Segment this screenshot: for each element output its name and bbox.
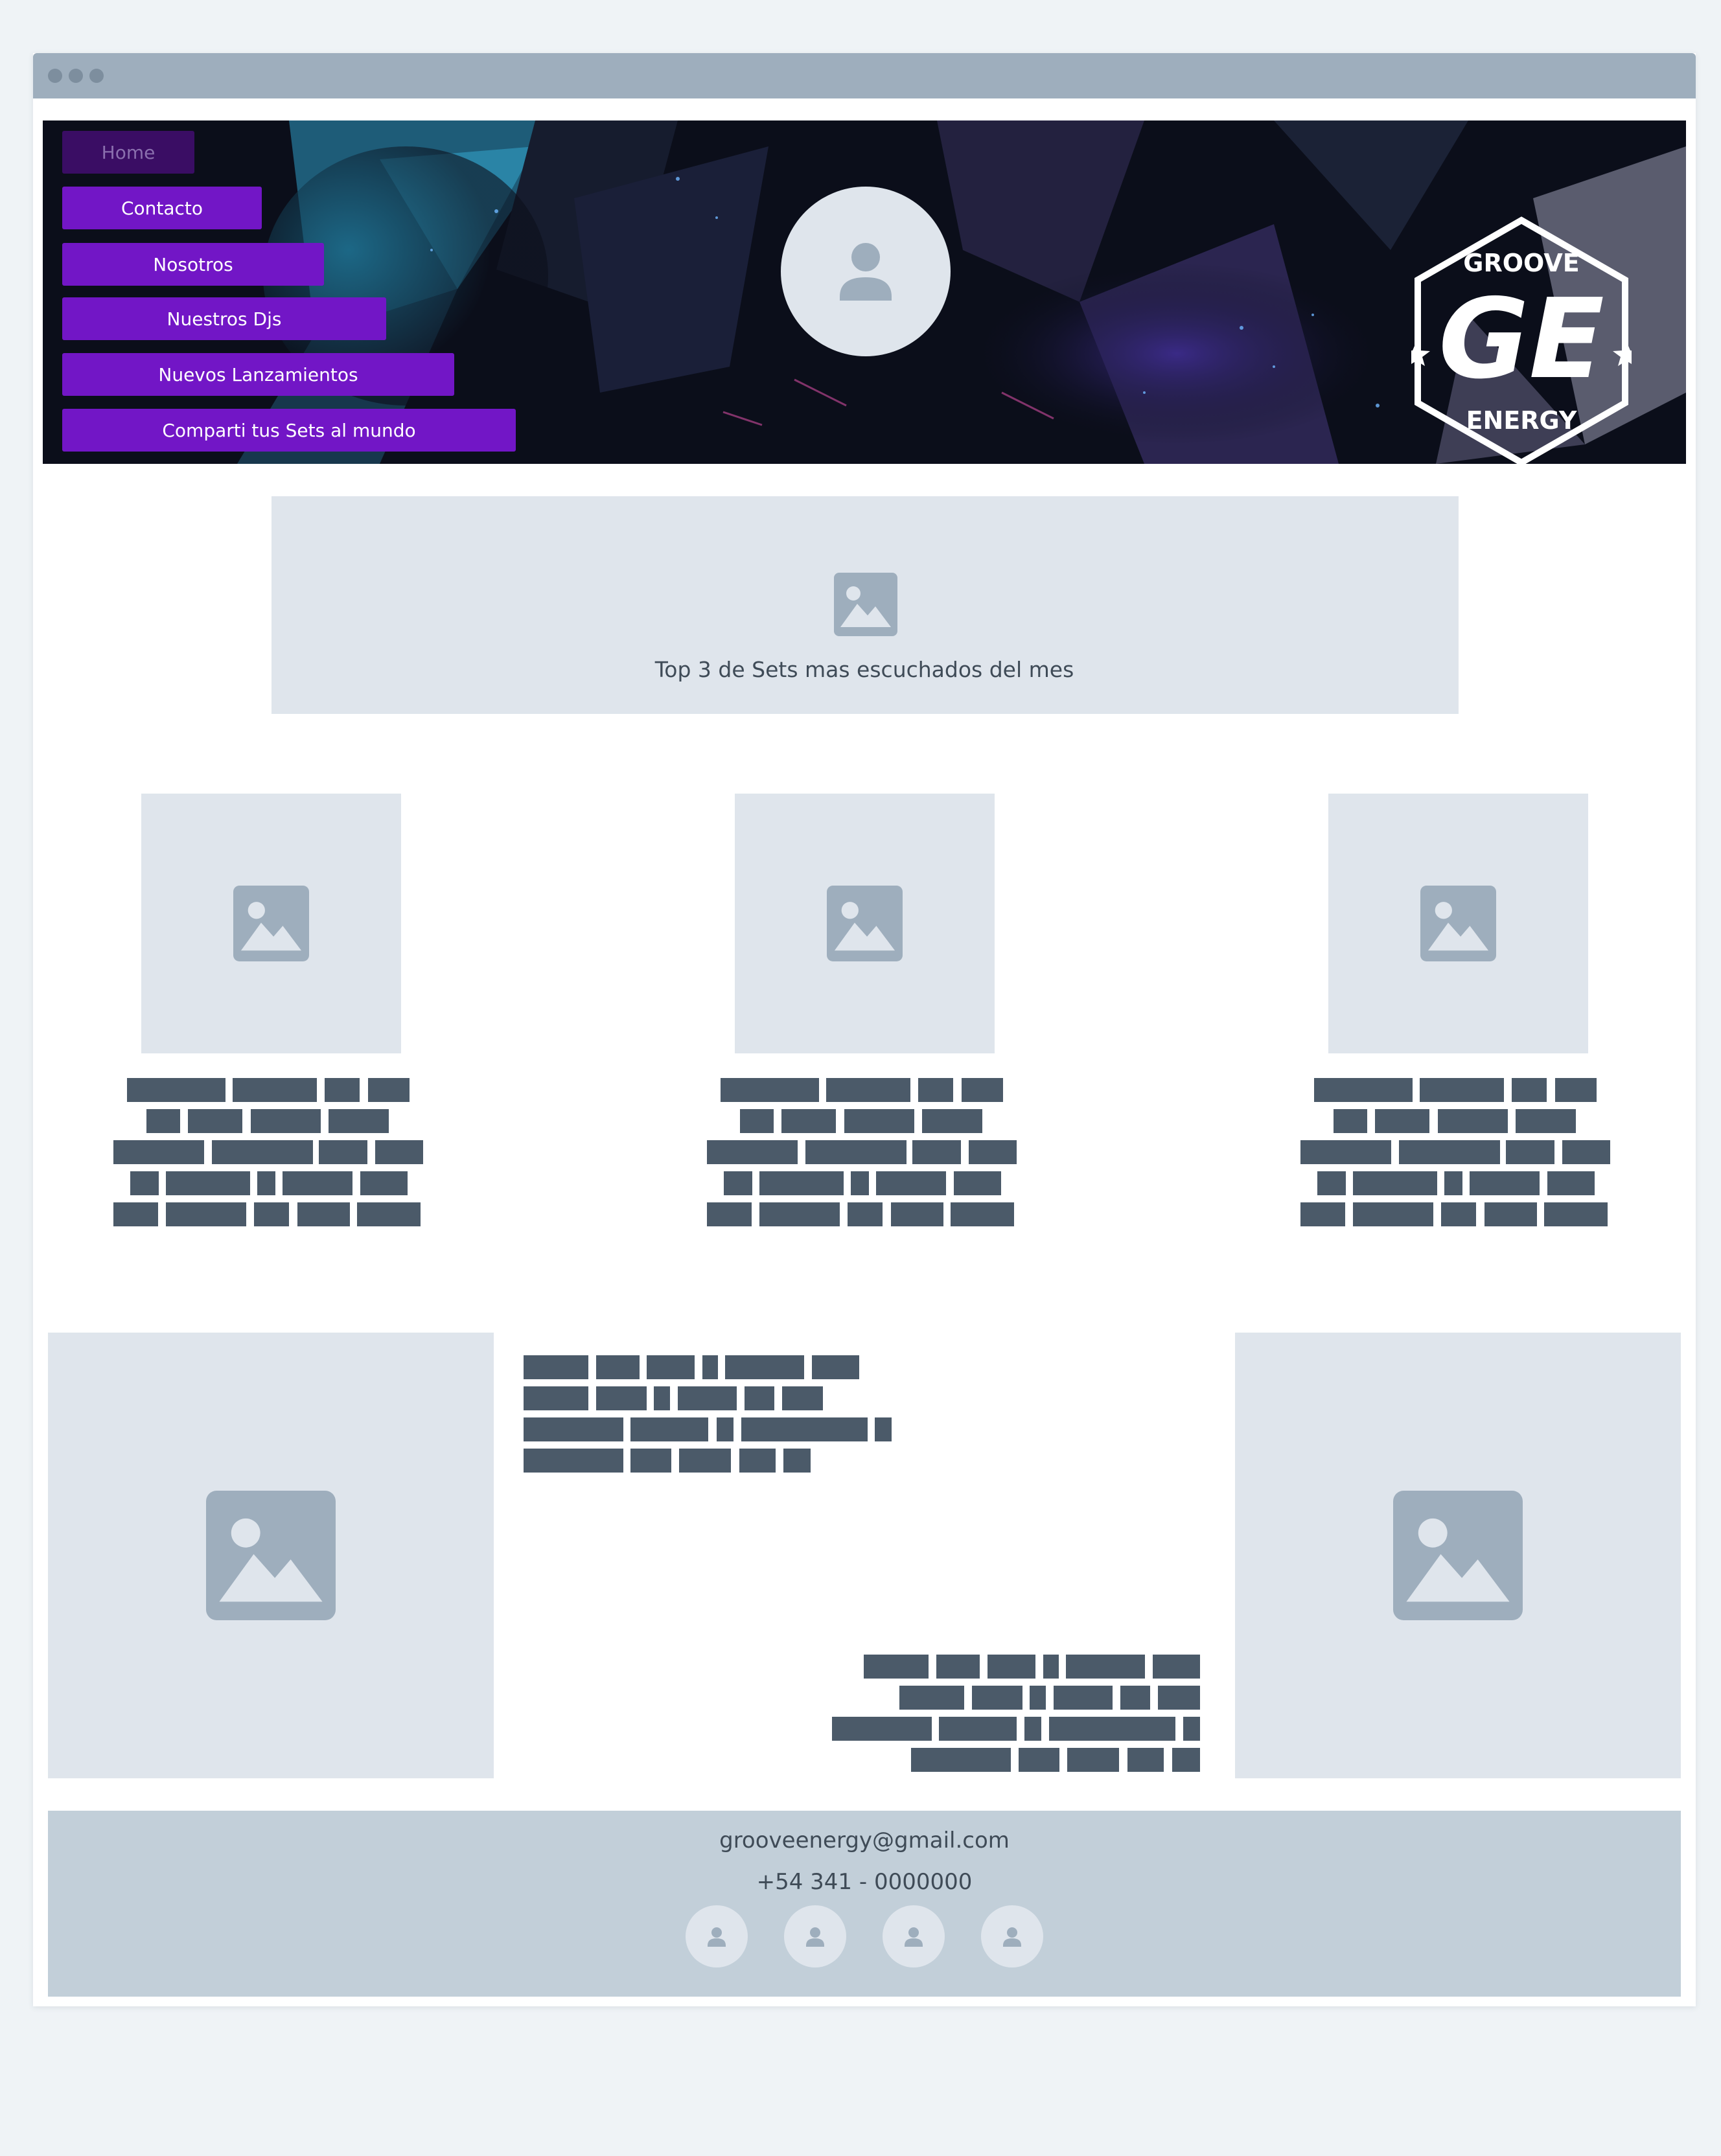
nav-nuestros-djs[interactable]: Nuestros Djs bbox=[62, 297, 386, 340]
profile-avatar[interactable] bbox=[781, 187, 951, 356]
user-icon bbox=[905, 1927, 923, 1947]
feature-image-right[interactable] bbox=[1235, 1333, 1681, 1778]
set-image-3[interactable] bbox=[1328, 794, 1588, 1053]
nav-contacto[interactable]: Contacto bbox=[62, 187, 262, 229]
user-icon bbox=[840, 243, 892, 301]
window-dot[interactable] bbox=[48, 69, 62, 83]
footer-email[interactable]: grooveenergy@gmail.com bbox=[48, 1828, 1681, 1853]
user-icon bbox=[708, 1927, 726, 1947]
nav-home[interactable]: Home bbox=[62, 131, 194, 174]
header-hero: Home Contacto Nosotros Nuestros Djs Nuev… bbox=[43, 120, 1686, 464]
image-icon bbox=[827, 886, 903, 961]
user-icon bbox=[1003, 1927, 1021, 1947]
image-icon bbox=[1393, 1491, 1523, 1620]
footer-phone[interactable]: +54 341 - 0000000 bbox=[48, 1869, 1681, 1895]
social-link-4[interactable] bbox=[981, 1905, 1043, 1967]
set-image-1[interactable] bbox=[141, 794, 401, 1053]
logo-bottom-text: ENERGY bbox=[1466, 406, 1577, 435]
image-icon bbox=[233, 886, 309, 961]
footer: grooveenergy@gmail.com +54 341 - 0000000 bbox=[48, 1811, 1681, 1997]
social-link-2[interactable] bbox=[784, 1905, 846, 1967]
logo-top-text: GROOVE bbox=[1463, 249, 1579, 277]
banner-caption: Top 3 de Sets mas escuchados del mes bbox=[654, 657, 1074, 682]
image-icon bbox=[1420, 886, 1496, 961]
social-link-1[interactable] bbox=[686, 1905, 748, 1967]
window-dot[interactable] bbox=[69, 69, 83, 83]
nav-comparti-sets[interactable]: Comparti tus Sets al mundo bbox=[62, 409, 516, 452]
window-dot[interactable] bbox=[89, 69, 104, 83]
feature-image-left[interactable] bbox=[48, 1333, 494, 1778]
user-icon bbox=[806, 1927, 824, 1947]
image-icon bbox=[206, 1491, 336, 1620]
nav-nuevos-lanzamientos[interactable]: Nuevos Lanzamientos bbox=[62, 353, 454, 396]
image-icon bbox=[834, 573, 897, 636]
browser-window: Home Contacto Nosotros Nuestros Djs Nuev… bbox=[33, 53, 1696, 2006]
logo-monogram: GE bbox=[1438, 275, 1604, 404]
set-image-2[interactable] bbox=[735, 794, 995, 1053]
groove-energy-logo[interactable]: GROOVE GE ENERGY bbox=[1411, 215, 1632, 464]
window-titlebar bbox=[33, 53, 1696, 98]
nav-nosotros[interactable]: Nosotros bbox=[62, 243, 324, 286]
social-link-3[interactable] bbox=[883, 1905, 945, 1967]
